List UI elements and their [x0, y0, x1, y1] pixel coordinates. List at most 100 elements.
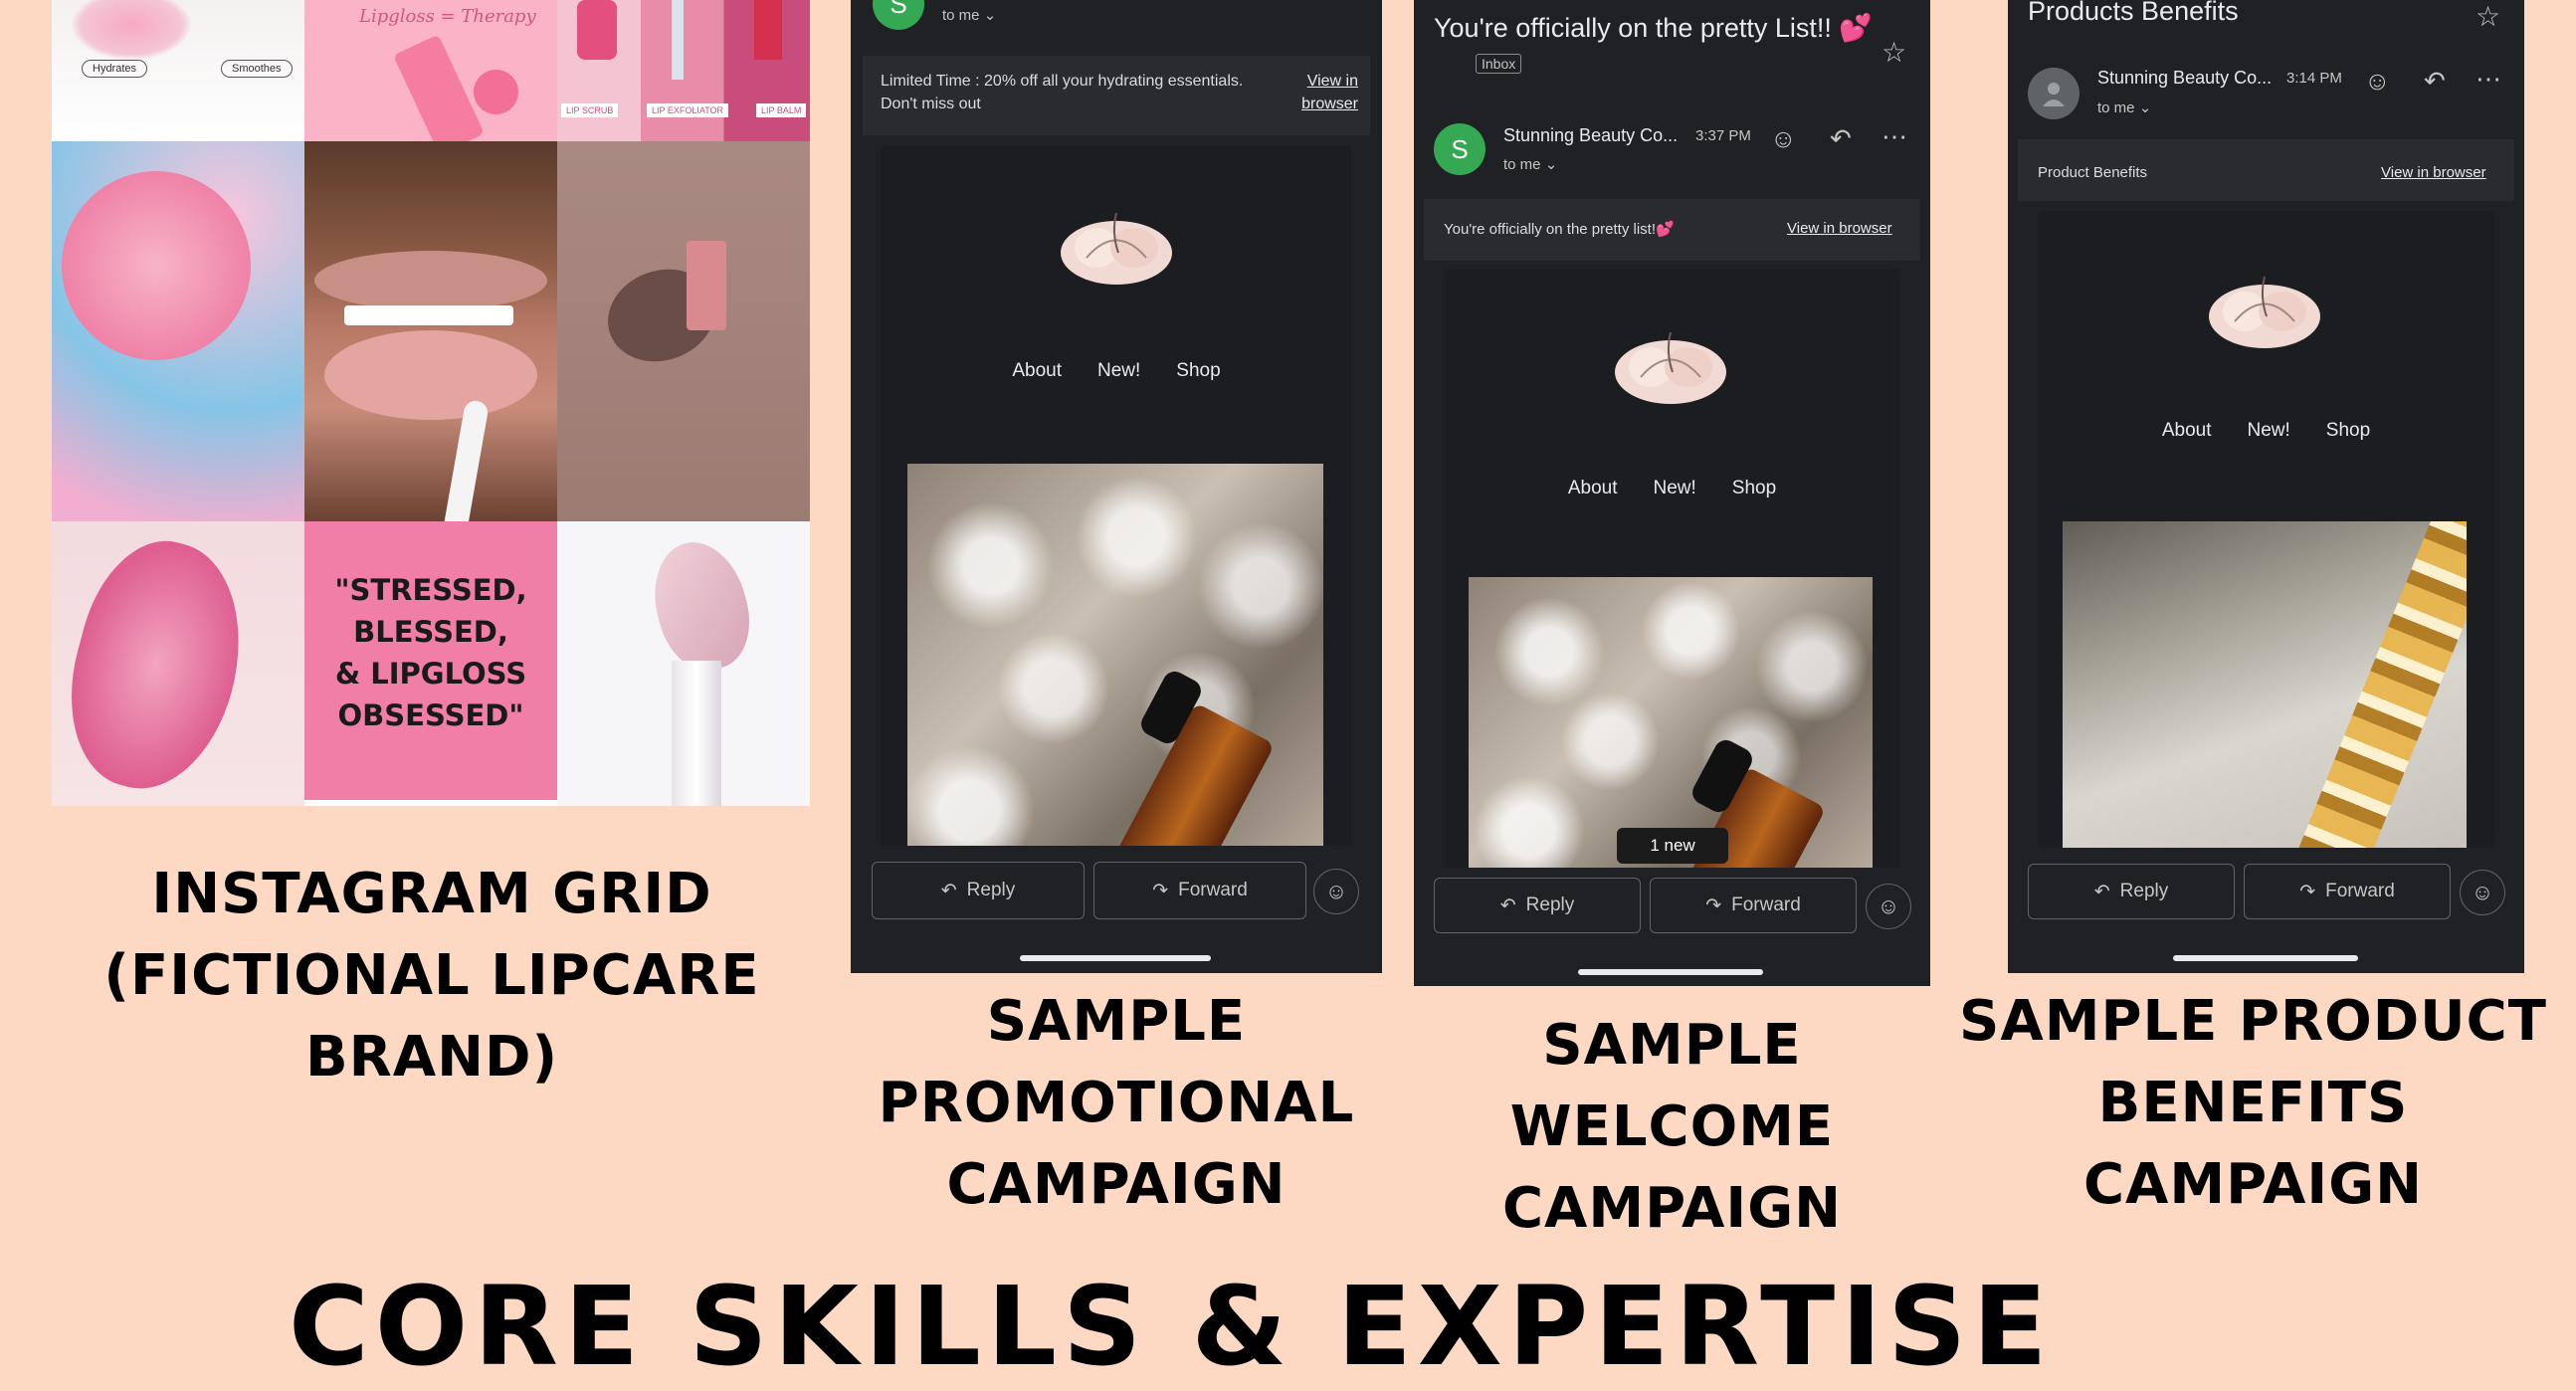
recipient-label: to me: [1503, 156, 1541, 173]
section-heading: CORE SKILLS & EXPERTISE: [289, 1263, 2054, 1390]
caption-line: WELCOME: [1509, 1094, 1835, 1159]
emoji-reaction-icon[interactable]: ☺: [2364, 66, 2391, 97]
reply-icon: ↶: [1499, 894, 1516, 916]
tile-quote-line: BLESSED,: [353, 615, 508, 649]
hero-image: [907, 464, 1323, 872]
grid-tile-3: LIP SCRUB LIP EXFOLIATOR LIP BALM: [557, 0, 810, 141]
tile-label: Lipgloss = Therapy: [359, 6, 536, 27]
recipient-toggle[interactable]: to me ⌄: [942, 6, 996, 24]
caption-line: CAMPAIGN: [1501, 1176, 1843, 1241]
nav-about-link[interactable]: About: [1568, 478, 1618, 499]
recipient-toggle[interactable]: to me ⌄: [1503, 155, 1557, 173]
reply-button[interactable]: ↶ Reply: [1434, 878, 1641, 933]
grid-tile-9: [557, 521, 810, 806]
hero-image: [2063, 521, 2467, 848]
home-indicator: [1578, 969, 1763, 975]
tile-quote-line: & LIPGLOSS: [334, 657, 527, 691]
chevron-down-icon: ⌄: [1544, 156, 1558, 173]
email-nav: About New! Shop: [1444, 478, 1900, 499]
more-options-icon[interactable]: ⋯: [1882, 121, 1907, 152]
grid-tile-1: Hydrates Smoothes: [52, 0, 304, 141]
email-subject: You're officially on the pretty List!! 💕: [1434, 13, 1874, 43]
brand-logo: [1615, 331, 1726, 404]
tile-label: Hydrates: [82, 60, 148, 78]
recipient-toggle[interactable]: to me ⌄: [2097, 99, 2151, 116]
grid-caption: INSTAGRAM GRID (FICTIONAL LIPCARE BRAND): [0, 854, 864, 1098]
reply-label: Reply: [1525, 894, 1575, 915]
tile-label: LIP SCRUB: [561, 103, 619, 117]
grid-tile-7: [52, 521, 304, 806]
preheader-text: Limited Time : 20% off all your hydratin…: [881, 73, 1244, 112]
forward-button[interactable]: ↷ Forward: [2244, 864, 2451, 919]
grid-tile-6: [557, 141, 810, 521]
brand-logo: [1061, 212, 1172, 285]
caption-line: (FICTIONAL LIPCARE BRAND): [103, 943, 760, 1090]
emoji-reaction-button[interactable]: ☺: [1313, 869, 1359, 914]
forward-icon: ↷: [1705, 894, 1722, 916]
welcome-caption: SAMPLE WELCOME CAMPAIGN: [1414, 1005, 1930, 1250]
caption-line: SAMPLE: [986, 989, 1247, 1054]
forward-button[interactable]: ↷ Forward: [1650, 878, 1857, 933]
nav-new-link[interactable]: New!: [1653, 478, 1695, 499]
view-in-browser-link[interactable]: View in browser: [2381, 164, 2486, 181]
chevron-down-icon: ⌄: [983, 7, 997, 24]
nav-new-link[interactable]: New!: [2247, 420, 2289, 442]
sender-avatar: [2028, 68, 2080, 119]
forward-label: Forward: [2325, 881, 2395, 901]
emoji-reaction-button[interactable]: ☺: [2460, 870, 2505, 915]
home-indicator: [2173, 955, 2358, 961]
nav-shop-link[interactable]: Shop: [2326, 420, 2370, 442]
grid-tile-8: "STRESSED, BLESSED, & LIPGLOSS OBSESSED": [304, 521, 557, 806]
forward-icon: ↷: [2299, 881, 2316, 902]
caption-line: SAMPLE: [1542, 1013, 1802, 1078]
forward-label: Forward: [1178, 880, 1248, 900]
emoji-reaction-button[interactable]: ☺: [1866, 884, 1911, 929]
promo-caption: SAMPLE PROMOTIONAL CAMPAIGN: [851, 981, 1382, 1226]
email-time: 3:14 PM: [2286, 70, 2342, 87]
benefits-caption: SAMPLE PRODUCT BENEFITS CAMPAIGN: [1930, 981, 2576, 1226]
avatar-letter: S: [1451, 133, 1469, 164]
recipient-label: to me: [942, 7, 980, 24]
tile-label: Smoothes: [221, 60, 293, 78]
forward-button[interactable]: ↷ Forward: [1093, 862, 1306, 919]
brand-logo: [2209, 276, 2320, 348]
reply-icon[interactable]: ↶: [2424, 66, 2446, 97]
view-in-browser-link[interactable]: View in browser: [1787, 220, 1892, 237]
nav-about-link[interactable]: About: [1012, 360, 1062, 382]
email-body: About New! Shop: [1444, 269, 1900, 876]
inbox-badge[interactable]: Inbox: [1476, 54, 1522, 74]
emoji-reaction-icon[interactable]: ☺: [1770, 123, 1797, 154]
reply-button[interactable]: ↶ Reply: [2028, 864, 2235, 919]
forward-icon: ↷: [1152, 880, 1169, 901]
instagram-grid: Hydrates Smoothes Lipgloss = Therapy LIP…: [52, 0, 810, 806]
tile-label: LIP BALM: [756, 103, 807, 117]
reply-icon: ↶: [2093, 881, 2110, 902]
smiley-icon: ☺: [2471, 880, 2494, 904]
new-message-chip[interactable]: 1 new: [1617, 828, 1728, 864]
grid-tile-5: [304, 141, 557, 521]
nav-new-link[interactable]: New!: [1097, 360, 1140, 382]
star-icon[interactable]: ☆: [1882, 36, 1906, 69]
nav-shop-link[interactable]: Shop: [1732, 478, 1776, 499]
reply-icon[interactable]: ↶: [1830, 123, 1852, 154]
view-in-browser-link[interactable]: View in browser: [1288, 70, 1358, 115]
star-icon[interactable]: ☆: [2476, 0, 2500, 33]
recipient-label: to me: [2097, 99, 2135, 116]
reply-label: Reply: [966, 880, 1016, 900]
more-options-icon[interactable]: ⋯: [2476, 64, 2501, 95]
caption-line: BENEFITS: [2097, 1071, 2409, 1135]
sender-avatar: S: [1434, 123, 1486, 175]
reply-label: Reply: [2119, 881, 2169, 901]
caption-line: CAMPAIGN: [946, 1152, 1287, 1217]
caption-line: PROMOTIONAL: [878, 1071, 1355, 1135]
caption-line: INSTAGRAM GRID: [151, 862, 712, 926]
email-time: 3:37 PM: [1695, 127, 1751, 144]
sender-name: Stunning Beauty Co...: [2097, 68, 2273, 88]
nav-about-link[interactable]: About: [2162, 420, 2212, 442]
nav-shop-link[interactable]: Shop: [1176, 360, 1220, 382]
email-subject: Products Benefits: [2028, 0, 2239, 26]
reply-button[interactable]: ↶ Reply: [872, 862, 1085, 919]
avatar-letter: S: [890, 0, 907, 19]
smiley-icon: ☺: [1877, 894, 1900, 918]
email-nav: About New! Shop: [2038, 420, 2494, 442]
